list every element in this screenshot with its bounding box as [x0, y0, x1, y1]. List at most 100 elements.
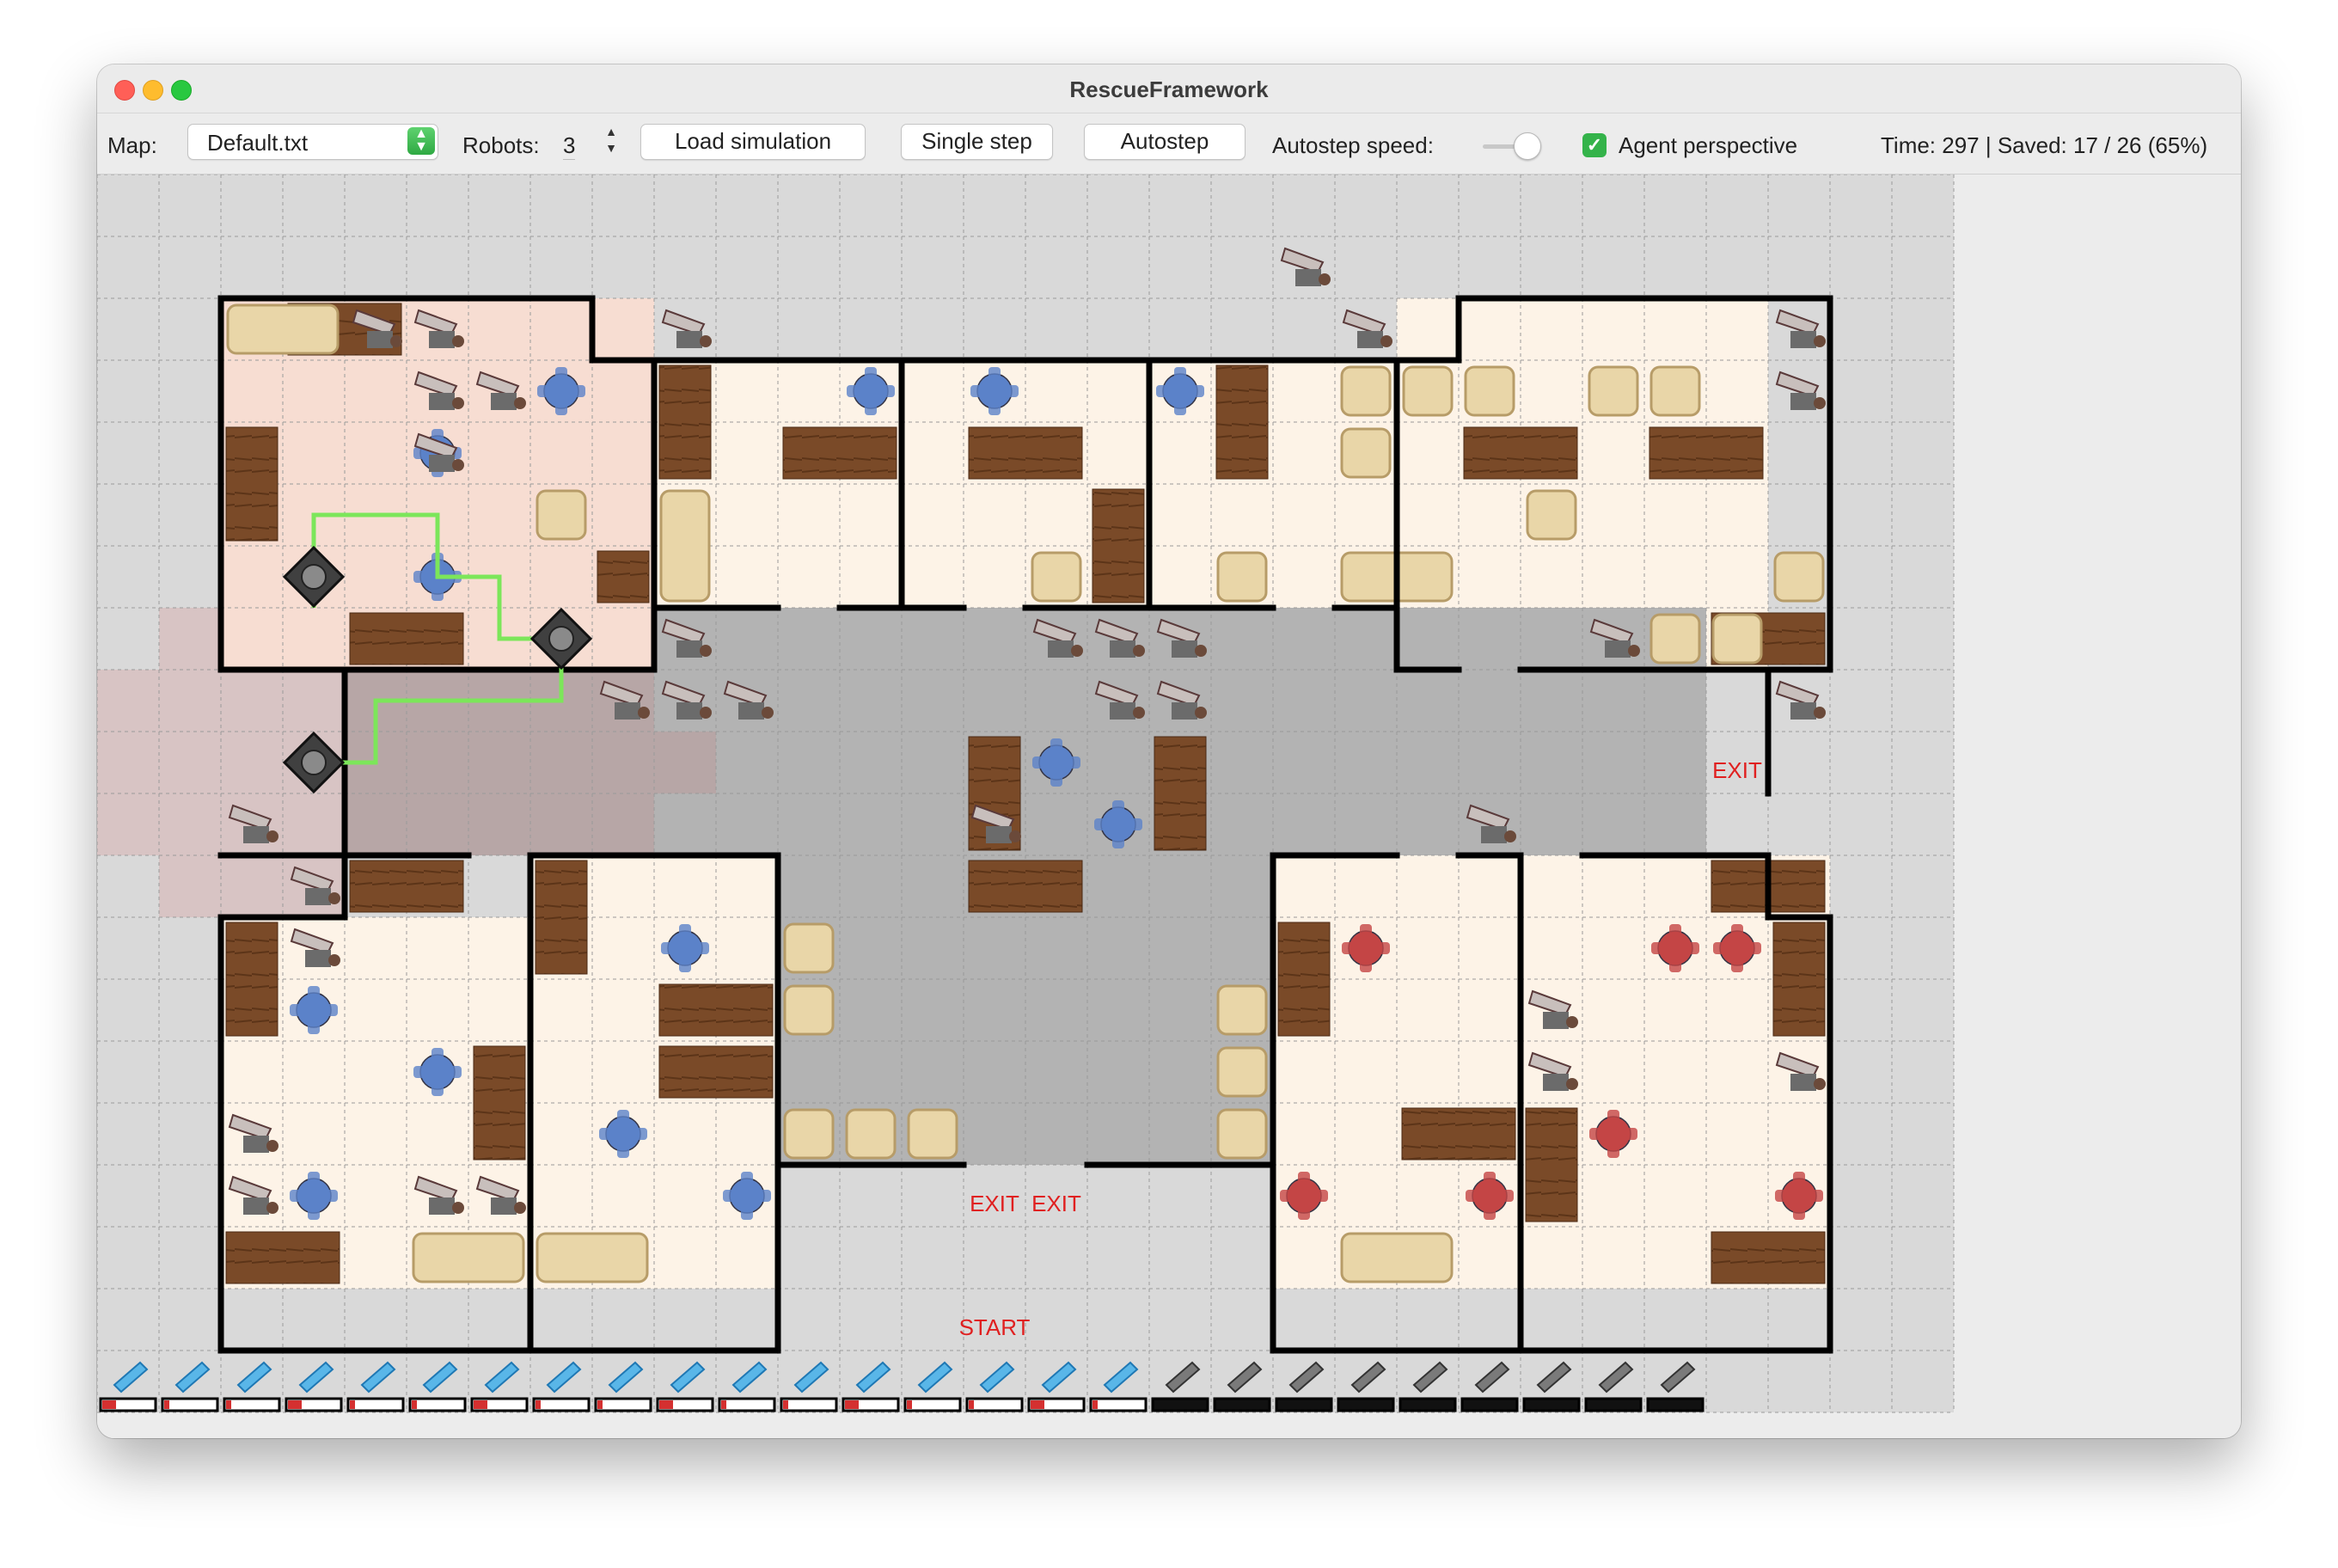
robots-spinner-value[interactable]: 3	[563, 132, 576, 160]
sofa	[412, 1232, 525, 1283]
toolbar: Map: Default.txt ▲ ▼ Robots: 3 ▲ ▼ Load si…	[97, 113, 2241, 175]
stretcher	[1605, 640, 1631, 658]
desk	[349, 860, 464, 913]
stretcher	[1172, 702, 1197, 720]
victim-health-bar	[346, 1397, 405, 1412]
stretcher	[738, 702, 764, 720]
desk	[225, 1231, 340, 1284]
chair	[741, 1172, 753, 1220]
victim-health-bar	[1089, 1397, 1148, 1412]
victim-head	[1814, 1078, 1826, 1090]
victim-health-bar	[718, 1397, 776, 1412]
victim-head	[1071, 645, 1083, 657]
sofa	[1649, 365, 1701, 417]
stretcher	[243, 826, 269, 843]
chair	[1360, 924, 1372, 972]
stretcher	[615, 702, 640, 720]
map-label-exit: EXIT	[1712, 757, 1762, 783]
victim-head	[1566, 1078, 1578, 1090]
sofa	[1216, 551, 1268, 603]
victim-health-bar	[1584, 1397, 1643, 1412]
victim-head	[700, 707, 712, 719]
chair	[1050, 738, 1062, 787]
map-svg: EXIT EXIT EXIT START	[97, 174, 1955, 1413]
chair	[555, 367, 567, 415]
sofa	[659, 489, 711, 603]
seen-corridor-tint	[345, 670, 654, 855]
victim-health-fill	[597, 1400, 603, 1409]
slider-knob[interactable]	[1514, 132, 1541, 160]
desk	[1277, 922, 1331, 1037]
victim-health-bar	[1151, 1397, 1209, 1412]
stretcher	[429, 331, 455, 348]
victim-head	[328, 892, 340, 904]
robots-stepper[interactable]: ▲ ▼	[600, 124, 622, 160]
victim-head	[452, 459, 464, 471]
desk	[1649, 426, 1764, 480]
desk	[658, 983, 774, 1037]
robot-core	[548, 626, 574, 652]
victim-health-fill	[474, 1400, 487, 1409]
victim-health-bar	[408, 1397, 467, 1412]
stretcher	[429, 393, 455, 410]
single-step-button[interactable]: Single step	[901, 124, 1053, 160]
stretcher	[1295, 269, 1321, 286]
sofa	[1402, 365, 1454, 417]
victim-head	[762, 707, 774, 719]
title-bar: RescueFramework	[97, 64, 2241, 113]
victim-health-bar	[1522, 1397, 1581, 1412]
chevron-updown-icon: ▲ ▼	[407, 127, 435, 155]
agent-perspective-checkbox[interactable]: ✓	[1582, 133, 1607, 157]
victim-health-bar	[594, 1397, 652, 1412]
sofa	[1031, 551, 1082, 603]
victim-head	[1814, 707, 1826, 719]
map-label-exit: EXIT	[970, 1191, 1019, 1216]
map-label-exit: EXIT	[1031, 1191, 1081, 1216]
map-canvas[interactable]: EXIT EXIT EXIT START	[97, 174, 2241, 1438]
victim-head	[1195, 707, 1207, 719]
desk	[1401, 1107, 1516, 1161]
stretcher	[491, 1197, 517, 1215]
sofa	[907, 1108, 958, 1160]
stretcher	[429, 455, 455, 472]
stretcher	[1110, 640, 1135, 658]
sofa	[845, 1108, 897, 1160]
victim-health-bar	[1460, 1397, 1519, 1412]
stretcher	[1790, 1074, 1816, 1091]
victim-health-bar	[1646, 1397, 1705, 1412]
victim-head	[266, 1140, 278, 1152]
victim-health-bar	[1213, 1397, 1271, 1412]
sofa	[1773, 551, 1825, 603]
victim-health-fill	[907, 1400, 912, 1409]
robot-core	[301, 564, 327, 590]
chair	[679, 924, 691, 972]
desk	[225, 426, 278, 542]
chair	[308, 986, 320, 1034]
desk	[535, 860, 588, 975]
stretcher	[1110, 702, 1135, 720]
map-select[interactable]: Default.txt ▲ ▼	[187, 124, 438, 160]
victim-head	[452, 397, 464, 409]
victim-head	[1319, 273, 1331, 285]
victim-head	[1009, 830, 1021, 842]
chair	[1298, 1172, 1310, 1220]
map-label: Map:	[107, 132, 157, 158]
victim-health-fill	[412, 1400, 417, 1409]
sofa	[1588, 365, 1639, 417]
victim-health-bar	[1275, 1397, 1333, 1412]
sofa	[1526, 489, 1577, 541]
sofa	[226, 303, 340, 355]
victim-health-fill	[659, 1400, 673, 1409]
chair	[1669, 924, 1681, 972]
victim-health-fill	[164, 1400, 169, 1409]
stretcher	[1543, 1074, 1569, 1091]
sofa	[1340, 427, 1392, 479]
stretcher	[1543, 1012, 1569, 1029]
sofa	[783, 984, 835, 1036]
chair	[308, 1172, 320, 1220]
chair	[1484, 1172, 1496, 1220]
autostep-button[interactable]: Autostep	[1084, 124, 1246, 160]
stretcher	[1790, 702, 1816, 720]
victim-head	[638, 707, 650, 719]
load-simulation-button[interactable]: Load simulation	[640, 124, 866, 160]
